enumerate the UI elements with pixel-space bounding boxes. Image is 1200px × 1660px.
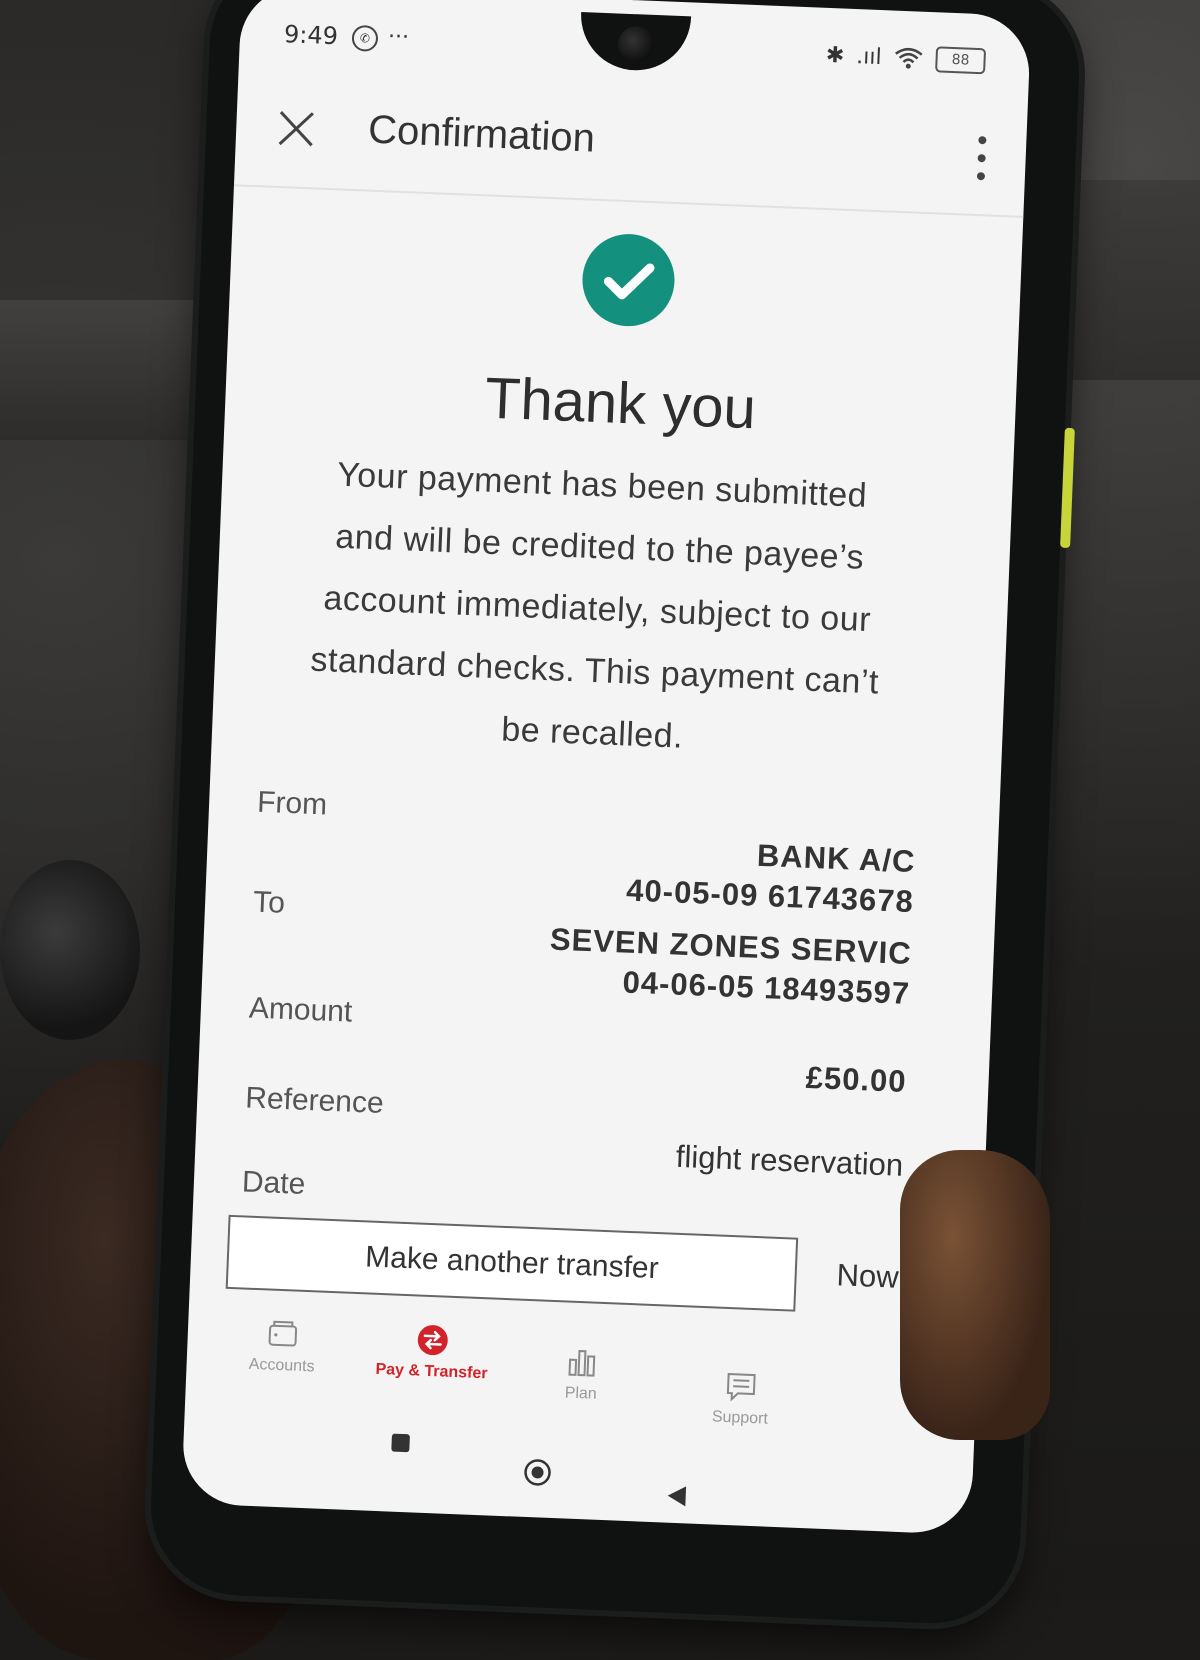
triangle-back-icon[interactable] [663,1483,690,1510]
wifi-icon [895,47,923,69]
whatsapp-icon: ✆ [351,24,379,52]
amount-label: Amount [248,991,353,1029]
square-icon[interactable] [389,1431,412,1454]
bottom-nav: Accounts Pay & Transfer Plan Support [185,1303,979,1445]
status-time: 9:49 [283,20,339,51]
close-icon [278,111,314,147]
knob [0,860,140,1040]
to-value: SEVEN ZONES SERVIC 04-06-05 18493597 [548,920,913,1014]
status-icons: ✱ .ııl 88 [825,42,987,75]
nav-label-support: Support [711,1408,769,1428]
more-vert-icon [976,136,987,181]
success-heading: Thank you [483,365,758,442]
wallet-icon [268,1320,298,1347]
desk-edge [0,300,200,440]
bluetooth-icon: ✱ [825,42,845,69]
nav-item-pay-transfer[interactable]: Pay & Transfer [356,1320,508,1384]
signal-icon: .ııl [855,43,883,70]
reference-value: flight reservation [675,1138,904,1183]
check-circle-icon [582,234,675,327]
bar-chart-icon [568,1349,596,1377]
app-bar: Confirmation [233,74,1028,218]
thumb [900,1150,1050,1440]
amount-value: £50.00 [805,1059,908,1099]
transfer-icon [417,1325,448,1356]
reference-label: Reference [244,1081,385,1120]
date-value: Now [836,1257,900,1295]
nav-label-pay-transfer: Pay & Transfer [375,1360,488,1383]
payment-details: From BANK A/C 40-05-09 61743678 To SEVEN… [240,785,918,1295]
from-label: From [256,785,328,822]
to-label: To [252,885,286,920]
nav-label-accounts: Accounts [248,1355,315,1376]
more-options-button[interactable] [960,127,1002,189]
battery-indicator: 88 [935,46,987,75]
nav-item-plan[interactable]: Plan [505,1342,657,1406]
chat-icon [726,1372,756,1402]
page-title: Confirmation [367,107,596,161]
nav-label-plan: Plan [564,1384,598,1403]
nav-item-support[interactable]: Support [665,1367,817,1431]
close-button[interactable] [265,97,327,159]
nav-item-accounts[interactable]: Accounts [206,1314,358,1378]
circle-icon[interactable] [522,1457,553,1488]
more-notifications-icon: ··· [387,24,410,51]
success-message: Your payment has been submitted and will… [271,441,923,776]
date-label: Date [241,1165,306,1201]
